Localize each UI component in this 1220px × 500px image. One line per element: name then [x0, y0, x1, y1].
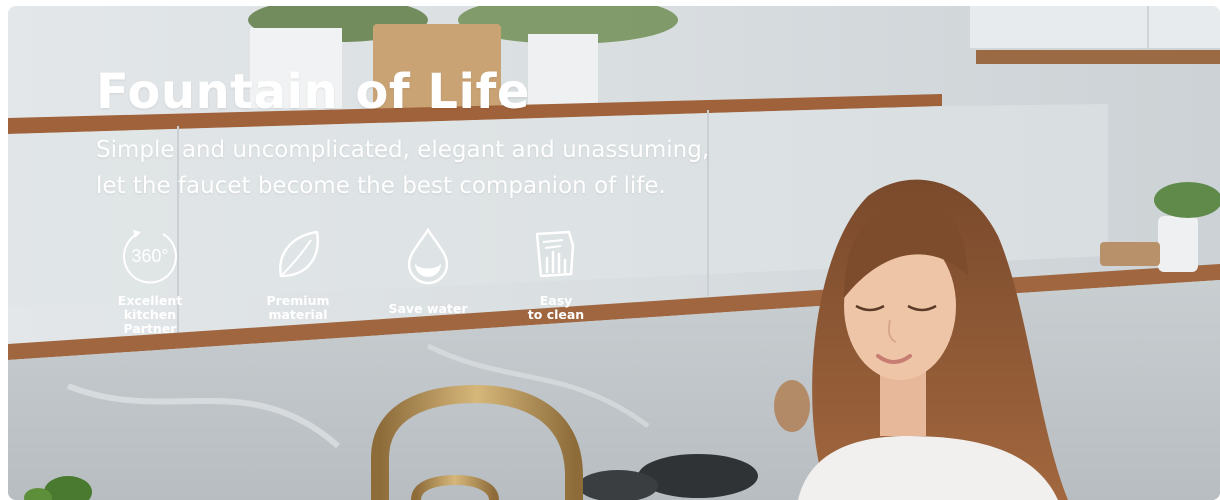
feature-excellent-kitchen-partner: 360° Excellent kitchen Partner: [90, 224, 210, 336]
feature-list: 360° Excellent kitchen Partner Premium m…: [90, 224, 610, 336]
hero-banner: Fountain of Life Simple and uncomplicate…: [8, 6, 1220, 500]
rotate-360-icon: 360°: [123, 230, 177, 284]
feature-label: Save water: [388, 301, 468, 316]
water-drop-icon: [407, 227, 449, 285]
hero-subtitle: Simple and uncomplicated, elegant and un…: [96, 132, 796, 204]
rotate-360-icon-text: 360°: [131, 246, 168, 266]
feature-premium-material: Premium material: [238, 224, 358, 322]
feature-easy-to-clean: Easy to clean: [496, 224, 616, 322]
hero-title: Fountain of Life: [96, 64, 530, 120]
leaf-icon: [279, 230, 319, 278]
feature-label: Easy to clean: [527, 293, 585, 322]
hero-subtitle-line-2: let the faucet become the best companion…: [96, 173, 666, 199]
hand-wipe-icon: [535, 230, 575, 278]
hero-subtitle-line-1: Simple and uncomplicated, elegant and un…: [96, 137, 710, 163]
feature-label: Excellent kitchen Partner: [117, 293, 183, 336]
feature-save-water: Save water: [368, 224, 488, 316]
feature-label: Premium material: [266, 293, 330, 322]
